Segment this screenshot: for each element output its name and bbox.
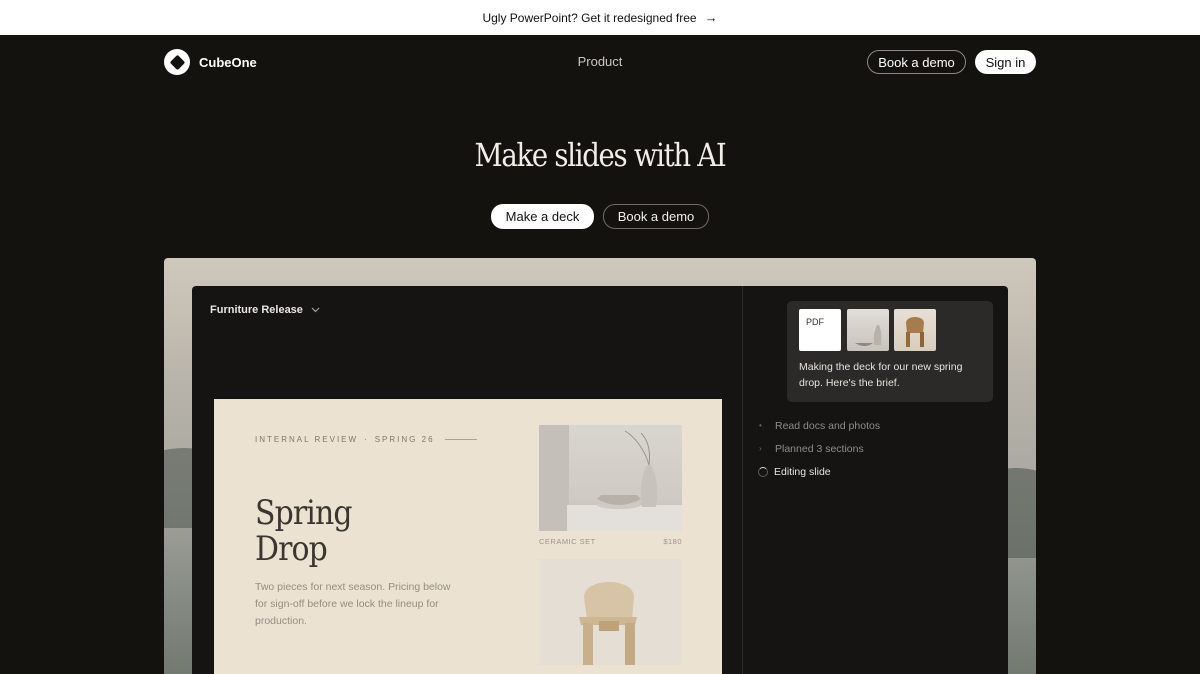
slide-eyebrow: INTERNAL REVIEW · SPRING 26 <box>255 435 477 444</box>
slide-body-text: Two pieces for next season. Pricing belo… <box>255 581 451 627</box>
make-deck-button[interactable]: Make a deck <box>491 204 594 229</box>
product-name: CERAMIC SET <box>539 537 596 546</box>
ai-chat-panel: PDF Making the deck for our new spring d… <box>742 286 1008 674</box>
eyebrow-separator: · <box>364 435 369 444</box>
brand-logo[interactable]: CubeOne <box>164 49 257 75</box>
slide-title-line: Spring <box>255 493 353 533</box>
top-nav: CubeOne Product Book a demo Sign in <box>0 35 1200 89</box>
deck-selector[interactable]: Furniture Release <box>210 304 320 316</box>
arrow-right-icon: → <box>704 10 718 25</box>
spinner-icon <box>758 466 768 477</box>
hero-book-demo-button[interactable]: Book a demo <box>603 204 709 229</box>
ceramic-set-photo <box>539 425 682 531</box>
chevron-right-icon: › <box>759 444 762 453</box>
chair-photo <box>539 559 682 665</box>
eyebrow-left: INTERNAL REVIEW <box>255 435 359 444</box>
message-text: Making the deck for our new spring drop.… <box>799 361 963 389</box>
promo-banner-text: Ugly PowerPoint? Get it redesigned free <box>482 10 697 25</box>
nav-book-demo-button[interactable]: Book a demo <box>867 50 966 74</box>
step-label: Read docs and photos <box>775 419 881 432</box>
progress-steps: • Read docs and photos › Planned 3 secti… <box>758 414 880 483</box>
product-preview: Furniture Release INTERNAL REVIEW · SPRI… <box>164 258 1036 674</box>
sign-in-button[interactable]: Sign in <box>975 50 1036 74</box>
step-item-active: Editing slide <box>758 460 880 483</box>
vase-photo-attachment[interactable] <box>847 309 889 351</box>
pdf-attachment[interactable]: PDF <box>799 309 841 351</box>
slide-title: Spring Drop <box>255 495 431 567</box>
step-label: Planned 3 sections <box>775 442 864 455</box>
step-item: › Planned 3 sections <box>759 437 880 460</box>
promo-banner[interactable]: Ugly PowerPoint? Get it redesigned free … <box>0 0 1200 35</box>
slide-title-line: Drop <box>255 529 328 569</box>
nav-link-product[interactable]: Product <box>560 54 640 69</box>
cube-icon <box>164 49 190 75</box>
product-price: $180 <box>663 537 682 546</box>
product-caption: CERAMIC SET $180 <box>539 537 682 546</box>
step-label: Editing slide <box>774 465 831 478</box>
chevron-down-icon <box>311 305 320 315</box>
user-message: PDF Making the deck for our new spring d… <box>787 301 993 402</box>
deck-name: Furniture Release <box>210 304 303 316</box>
hero-title: Make slides with AI <box>474 136 727 174</box>
bullet-icon: • <box>759 421 762 430</box>
slide-canvas[interactable]: INTERNAL REVIEW · SPRING 26 Spring Drop … <box>214 399 722 674</box>
step-item: • Read docs and photos <box>759 414 880 437</box>
slide-editor: Furniture Release INTERNAL REVIEW · SPRI… <box>192 286 742 674</box>
brand-name: CubeOne <box>199 54 257 70</box>
eyebrow-right: SPRING 26 <box>374 435 435 444</box>
eyebrow-rule <box>444 439 477 440</box>
app-window: Furniture Release INTERNAL REVIEW · SPRI… <box>192 286 1008 674</box>
chair-photo-attachment[interactable] <box>894 309 936 351</box>
